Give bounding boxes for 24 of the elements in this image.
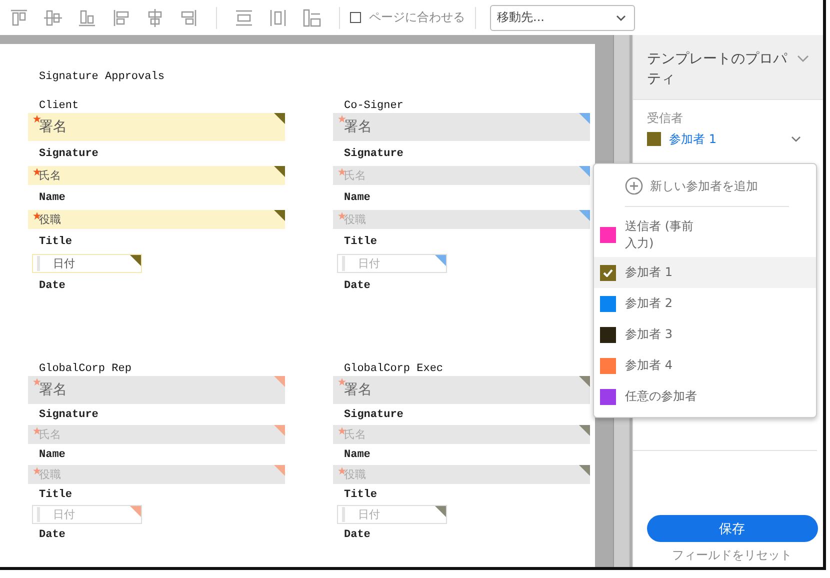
recipient-label: 受信者 bbox=[647, 110, 684, 127]
field-caption: Date bbox=[343, 528, 370, 542]
document-title: Signature Approvals bbox=[38, 70, 166, 84]
field-caption: Title bbox=[38, 235, 72, 249]
field-caption: Date bbox=[38, 279, 66, 293]
field-caption: Title bbox=[343, 488, 378, 502]
section-heading: Client bbox=[38, 99, 79, 113]
field-caption: Signature bbox=[343, 408, 404, 422]
field-caption: Name bbox=[38, 448, 66, 462]
section-heading: GlobalCorp Exec bbox=[343, 362, 444, 376]
field-caption: Title bbox=[343, 235, 378, 249]
field-caption: Name bbox=[38, 191, 66, 205]
section-heading: GlobalCorp Rep bbox=[38, 362, 132, 376]
field-caption: Date bbox=[38, 528, 66, 542]
field-caption: Title bbox=[38, 488, 72, 502]
fit-page-label: ページに合わせる bbox=[369, 9, 465, 26]
field-caption: Date bbox=[343, 279, 370, 293]
field-caption: Signature bbox=[343, 147, 404, 161]
field-caption: Signature bbox=[38, 147, 98, 161]
section-heading: Co-Signer bbox=[343, 99, 404, 113]
field-caption: Signature bbox=[38, 408, 98, 422]
panel-title: テンプレートのプロパティ bbox=[647, 50, 788, 89]
field-caption: Name bbox=[343, 448, 370, 462]
field-caption: Name bbox=[343, 191, 370, 205]
